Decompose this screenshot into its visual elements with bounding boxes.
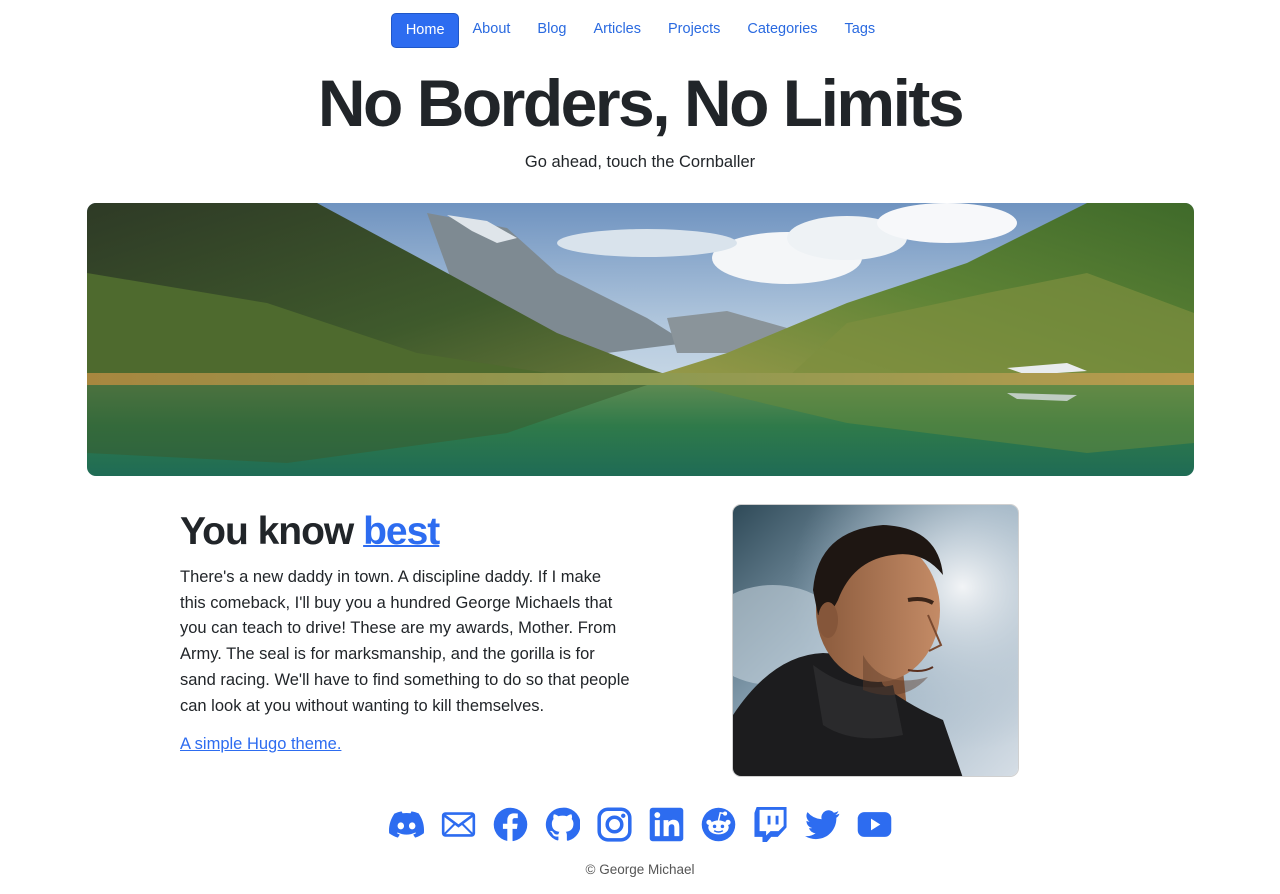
main-nav: Home About Blog Articles Projects Catego… [0, 13, 1280, 48]
linkedin-icon[interactable] [649, 806, 684, 843]
page-subtitle: Go ahead, touch the Cornballer [524, 153, 756, 171]
twitter-icon[interactable] [804, 806, 840, 843]
footer-copyright: © George Michael [585, 862, 695, 877]
nav-item-categories[interactable]: Categories [734, 13, 831, 48]
content-heading: You know best [180, 508, 440, 556]
instagram-icon[interactable] [596, 806, 632, 843]
nav-item-about[interactable]: About [459, 13, 524, 48]
page-title: No Borders, No Limits [317, 66, 965, 140]
content-heading-text: You know [180, 510, 364, 553]
theme-link[interactable]: A simple Hugo theme. [180, 733, 341, 755]
nav-item-projects[interactable]: Projects [655, 13, 734, 48]
nav-item-home[interactable]: Home [391, 13, 460, 48]
youtube-icon[interactable] [857, 806, 892, 843]
content-body: There's a new daddy in town. A disciplin… [180, 568, 630, 715]
social-links [0, 806, 1280, 843]
twitch-icon[interactable] [753, 806, 788, 843]
content-heading-link[interactable]: best [363, 510, 440, 553]
hero-image [87, 203, 1194, 476]
reddit-icon[interactable] [701, 806, 736, 843]
nav-item-articles[interactable]: Articles [580, 13, 655, 48]
email-icon[interactable] [441, 806, 476, 843]
github-icon[interactable] [545, 806, 580, 843]
discord-icon[interactable] [388, 806, 424, 843]
nav-item-tags[interactable]: Tags [831, 13, 889, 48]
nav-item-blog[interactable]: Blog [524, 13, 580, 48]
portrait-image [732, 504, 1019, 777]
facebook-icon[interactable] [493, 806, 528, 843]
